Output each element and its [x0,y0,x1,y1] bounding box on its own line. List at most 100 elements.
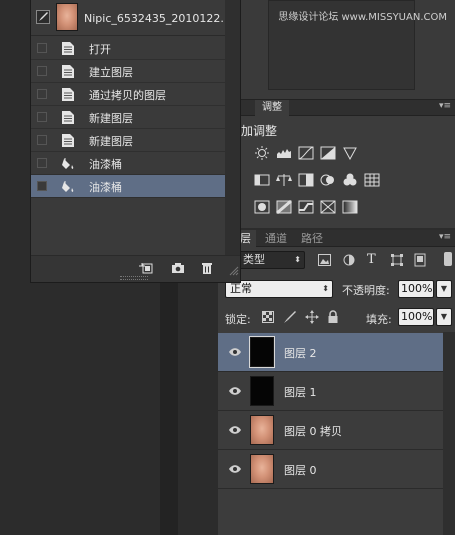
watermark: 思缘设计论坛 www.MISSYUAN.COM [278,12,447,23]
layer-thumbnail [250,415,274,445]
history-resize-grip[interactable] [120,276,148,280]
new-document-from-state-icon[interactable] [139,262,153,274]
adjustments-row-1 [254,146,358,160]
history-item[interactable]: 新建图层 [31,106,225,129]
filter-toggle-switch[interactable] [444,252,452,266]
history-item[interactable]: 新建图层 [31,129,225,152]
tab-channels[interactable]: 通道 [258,230,294,247]
history-item-label: 打开 [89,43,111,56]
visibility-eye-icon[interactable] [228,463,242,475]
chevron-down-icon: ▼ [440,284,447,293]
document-icon [61,64,75,79]
history-source-checkbox[interactable] [37,89,47,99]
history-item-label: 油漆桶 [89,181,122,194]
history-source-checkbox[interactable] [37,158,47,168]
color-lookup-icon[interactable] [364,173,380,187]
filter-pixel-icon[interactable] [318,254,331,266]
lock-label: 锁定: [225,313,251,326]
opacity-slider-button[interactable]: ▼ [436,280,452,298]
layer-row[interactable]: 图层 0 [218,450,443,489]
history-source-checkbox[interactable] [37,135,47,145]
layer-name[interactable]: 图层 1 [284,384,317,400]
tab-paths[interactable]: 路径 [296,230,328,247]
fill-input[interactable]: 100% [398,308,434,326]
history-item-label: 通过拷贝的图层 [89,89,166,102]
visibility-eye-icon[interactable] [228,385,242,397]
layer-thumbnail [250,454,274,484]
layer-row[interactable]: 图层 0 拷贝 [218,411,443,450]
history-source-checkbox[interactable] [37,43,47,53]
chevron-updown-icon: ⬍ [322,284,329,293]
trash-icon[interactable] [200,262,214,274]
history-item[interactable]: 建立图层 [31,60,225,83]
history-item[interactable]: 油漆桶 [31,175,225,198]
document-icon [61,41,75,56]
fill-slider-button[interactable]: ▼ [436,308,452,326]
history-item[interactable]: 打开 [31,37,225,60]
layers-panel-menu-icon[interactable]: ▾≡ [439,232,451,242]
layer-filter-kind-value: 类型 [243,253,265,266]
layer-thumbnail [249,336,275,368]
levels-icon[interactable] [276,146,292,160]
history-item-label: 油漆桶 [89,158,122,171]
document-icon [61,110,75,125]
filter-type-icon[interactable]: T [367,252,376,267]
history-item-label: 新建图层 [89,112,133,125]
resize-corner-icon[interactable] [229,266,239,276]
filter-shape-icon[interactable] [391,254,403,266]
balance-icon[interactable] [276,173,292,187]
opacity-label: 不透明度: [342,284,390,297]
photo-filter-icon[interactable] [320,173,336,187]
hue-saturation-icon[interactable] [254,173,270,187]
gradient-map-icon[interactable] [342,200,358,214]
exposure-icon[interactable] [320,146,336,160]
posterize-icon[interactable] [276,200,292,214]
layer-name[interactable]: 图层 0 拷贝 [284,423,342,439]
visibility-eye-icon[interactable] [228,424,242,436]
lock-position-move-icon[interactable] [305,310,319,324]
invert-icon[interactable] [254,200,270,214]
threshold-icon[interactable] [298,200,314,214]
lock-image-pixels-brush-icon[interactable] [283,310,297,324]
selective-color-icon[interactable] [320,200,336,214]
layers-scrollbar[interactable] [443,332,455,535]
black-white-icon[interactable] [298,173,314,187]
visibility-eye-icon[interactable] [228,346,242,358]
layer-thumbnail [250,376,274,406]
curves-icon[interactable] [298,146,314,160]
history-brush-icon[interactable] [36,10,50,24]
history-item[interactable]: 油漆桶 [31,152,225,175]
layer-filter-kind-dropdown[interactable]: 类型 ⬍ [238,251,305,269]
camera-snapshot-icon[interactable] [171,262,185,274]
tab-adjustments[interactable]: 调整 [255,100,289,116]
layer-row[interactable]: 图层 1 [218,372,443,411]
channel-mixer-icon[interactable] [342,173,358,187]
layer-row[interactable]: 图层 2 [218,333,443,372]
brightness-icon[interactable] [254,146,270,160]
opacity-input[interactable]: 100% [398,280,434,298]
lock-transparent-pixels-icon[interactable] [262,311,274,323]
history-item[interactable]: 通过拷贝的图层 [31,83,225,106]
document-icon [61,87,75,102]
layer-name[interactable]: 图层 2 [284,345,317,361]
history-source-checkbox[interactable] [37,66,47,76]
lock-all-icon[interactable] [327,310,339,324]
history-snapshot-name: Nipic_6532435_2010122... [84,12,231,25]
history-source-checkbox[interactable] [37,181,47,191]
paint-bucket-icon [61,156,75,171]
history-source-checkbox[interactable] [37,112,47,122]
blend-mode-value: 正常 [230,282,252,295]
document-icon [61,133,75,148]
chevron-down-icon: ▼ [440,312,447,321]
adjustments-title: 加调整 [241,124,278,138]
adjustments-row-3 [254,200,358,214]
history-scrollbar[interactable] [225,0,240,255]
history-item-label: 新建图层 [89,135,133,148]
blend-mode-dropdown[interactable]: 正常 ⬍ [225,280,333,298]
layer-name[interactable]: 图层 0 [284,462,317,478]
filter-smart-object-icon[interactable] [414,253,426,267]
triangle-down-icon[interactable] [342,146,358,160]
adjustments-row-2 [254,173,380,187]
adjustments-panel-menu-icon[interactable]: ▾≡ [439,101,451,111]
filter-adjustment-icon[interactable] [343,254,355,266]
